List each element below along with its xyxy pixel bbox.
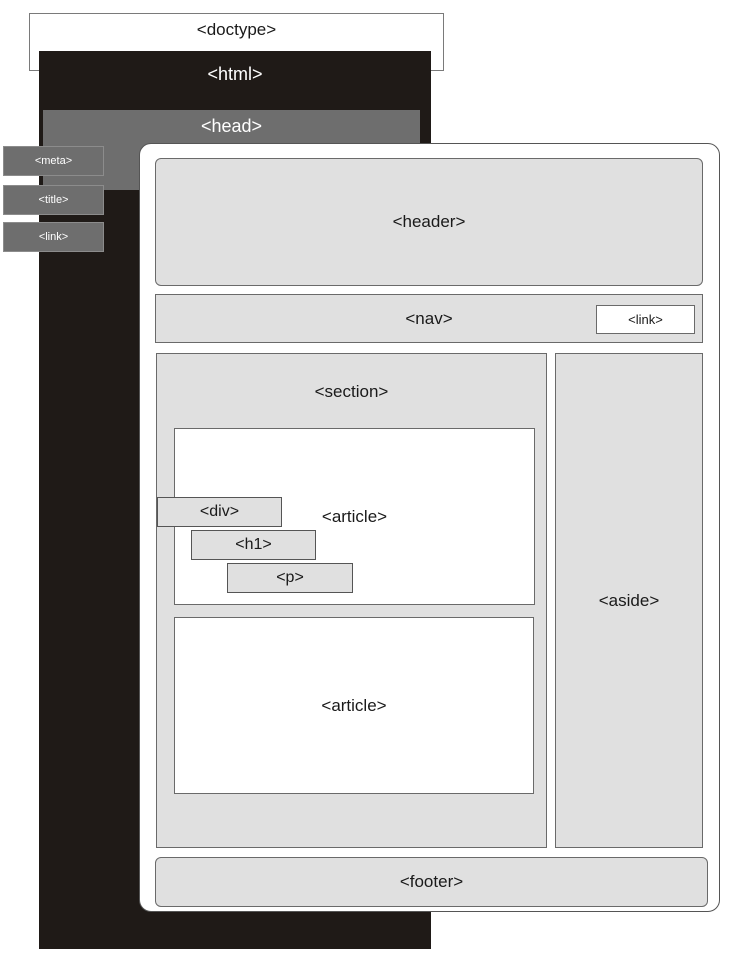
title-box: <title>: [3, 185, 104, 215]
header-box: <header>: [155, 158, 703, 286]
footer-box: <footer>: [155, 857, 708, 907]
nav-link-box: <link>: [596, 305, 695, 334]
h1-box: <h1>: [191, 530, 316, 560]
p-box: <p>: [227, 563, 353, 593]
aside-box: <aside>: [555, 353, 703, 848]
head-link-box: <link>: [3, 222, 104, 252]
meta-box: <meta>: [3, 146, 104, 176]
div-box: <div>: [157, 497, 282, 527]
article-box-2: <article>: [174, 617, 534, 794]
